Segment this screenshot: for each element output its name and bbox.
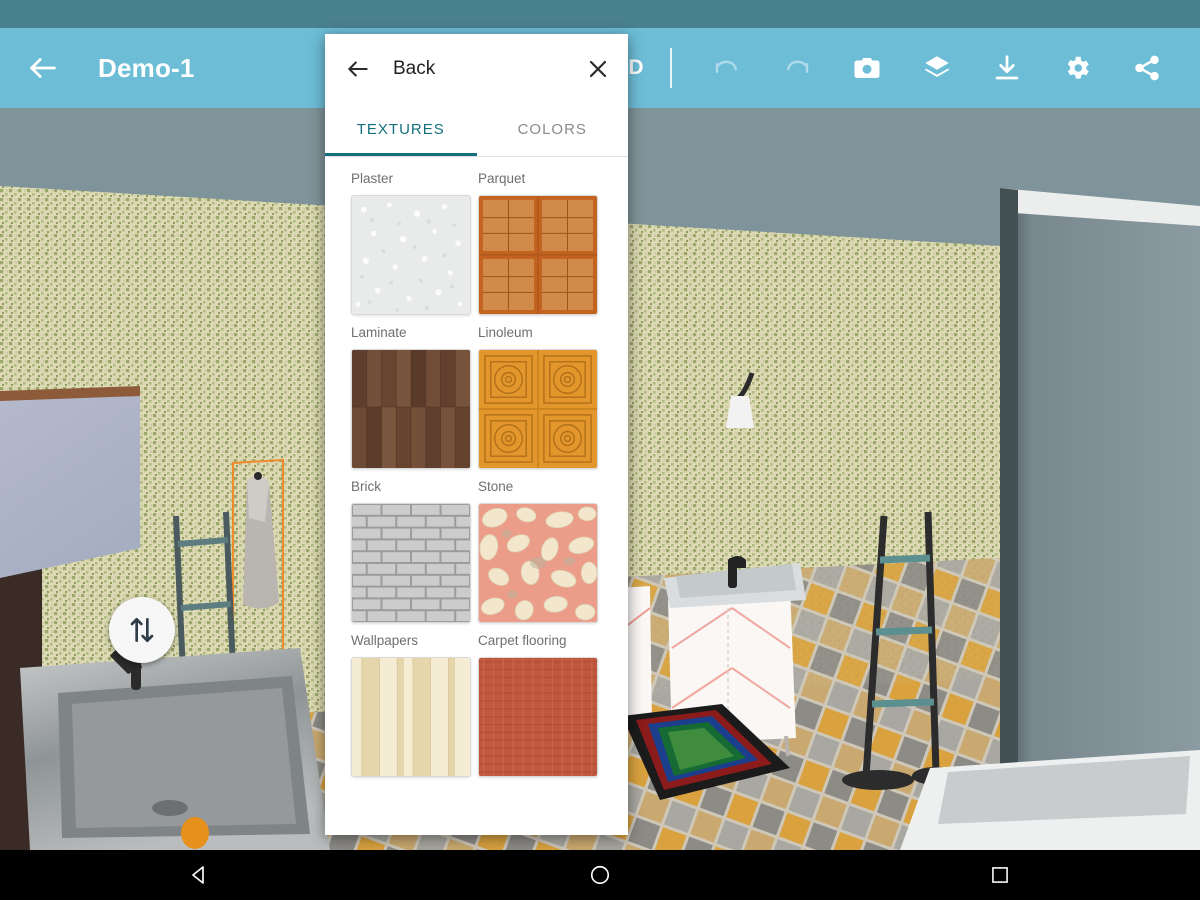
download-icon[interactable]	[986, 47, 1028, 89]
tab-colors[interactable]: COLORS	[477, 103, 629, 156]
texture-picker-dialog: Back TEXTURES COLORS Plaster Parquet Lam…	[325, 34, 628, 835]
texture-item-linoleum[interactable]: Linoleum	[478, 325, 605, 469]
texture-item-carpet[interactable]: Carpet flooring	[478, 633, 605, 777]
app-root: Demo-1 2D 3D	[0, 0, 1200, 900]
texture-label: Carpet flooring	[478, 633, 567, 648]
swap-vertical-icon[interactable]	[109, 597, 175, 663]
texture-grid[interactable]: Plaster Parquet Laminate Linoleum Brick …	[325, 157, 628, 835]
toolbar-divider	[670, 48, 672, 88]
laminate-swatch[interactable]	[351, 349, 471, 469]
active-tab-indicator	[325, 153, 477, 156]
app-bar-left: Demo-1	[0, 51, 195, 85]
plaster-swatch[interactable]	[351, 195, 471, 315]
share-icon[interactable]	[1126, 47, 1168, 89]
gear-icon[interactable]	[1056, 47, 1098, 89]
texture-item-stone[interactable]: Stone	[478, 479, 605, 623]
android-nav-bar	[0, 850, 1200, 900]
texture-row: Laminate Linoleum	[351, 325, 608, 469]
texture-label: Wallpapers	[351, 633, 419, 648]
texture-label: Laminate	[351, 325, 407, 340]
dialog-tabs: TEXTURES COLORS	[325, 103, 628, 157]
arrow-left-icon[interactable]	[345, 56, 371, 82]
texture-row: Wallpapers Carpet flooring	[351, 633, 608, 777]
nav-home-circle-icon[interactable]	[573, 855, 627, 895]
texture-row: Plaster Parquet	[351, 171, 608, 315]
tab-textures[interactable]: TEXTURES	[325, 103, 477, 156]
close-icon[interactable]	[586, 57, 610, 81]
texture-label: Plaster	[351, 171, 394, 186]
texture-item-parquet[interactable]: Parquet	[478, 171, 605, 315]
texture-label: Stone	[478, 479, 514, 494]
texture-label: Brick	[351, 479, 381, 494]
texture-label: Parquet	[478, 171, 526, 186]
stone-swatch[interactable]	[478, 503, 598, 623]
android-status-bar	[0, 0, 1200, 28]
brick-swatch[interactable]	[351, 503, 471, 623]
undo-icon[interactable]	[706, 47, 748, 89]
linoleum-swatch[interactable]	[478, 349, 598, 469]
texture-label: Linoleum	[478, 325, 533, 340]
redo-icon[interactable]	[776, 47, 818, 89]
dialog-header: Back	[325, 34, 628, 103]
texture-item-plaster[interactable]: Plaster	[351, 171, 478, 315]
nav-recents-square-icon[interactable]	[973, 855, 1027, 895]
texture-item-brick[interactable]: Brick	[351, 479, 478, 623]
wallpapers-swatch[interactable]	[351, 657, 471, 777]
page-title: Demo-1	[98, 52, 195, 83]
arrow-left-icon[interactable]	[26, 51, 60, 85]
layers-icon[interactable]	[916, 47, 958, 89]
nav-back-triangle-icon[interactable]	[173, 855, 227, 895]
texture-row: Brick Stone	[351, 479, 608, 623]
dialog-back-label[interactable]: Back	[393, 58, 586, 80]
parquet-swatch[interactable]	[478, 195, 598, 315]
texture-item-laminate[interactable]: Laminate	[351, 325, 478, 469]
texture-item-wallpapers[interactable]: Wallpapers	[351, 633, 478, 777]
camera-icon[interactable]	[846, 47, 888, 89]
carpet-swatch[interactable]	[478, 657, 598, 777]
